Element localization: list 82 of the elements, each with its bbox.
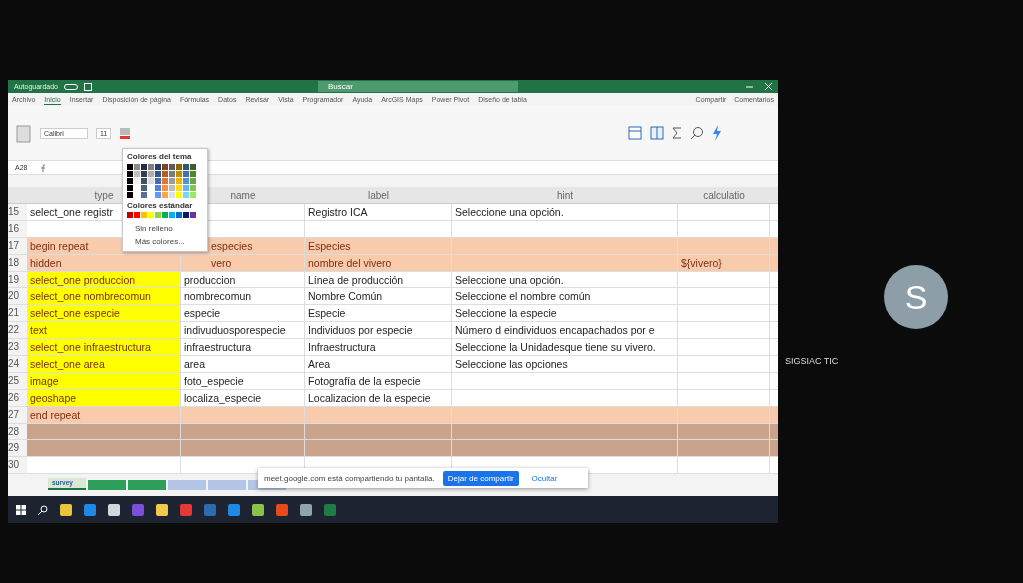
save-icon[interactable] bbox=[84, 82, 92, 91]
windows-logo-icon[interactable] bbox=[16, 504, 26, 515]
search-field[interactable]: Buscar bbox=[318, 81, 518, 92]
row-number: 24 bbox=[8, 356, 27, 372]
table-icon[interactable] bbox=[650, 126, 664, 140]
search-icon[interactable] bbox=[38, 504, 48, 515]
column-header[interactable]: hint bbox=[452, 189, 678, 201]
fill-color-icon[interactable] bbox=[119, 127, 132, 139]
cell-text: Fotografía de la especie bbox=[308, 374, 421, 387]
minimize-icon[interactable] bbox=[746, 83, 753, 90]
cell-text: select_one nombrecomun bbox=[30, 290, 151, 303]
app-icon[interactable] bbox=[108, 503, 120, 516]
cell-text: select_one infraestructura bbox=[30, 341, 151, 354]
cell-text: Individuos por especie bbox=[308, 324, 413, 337]
cell-text: geoshape bbox=[30, 391, 77, 404]
cell-text: select_one registr bbox=[30, 206, 113, 218]
cell-text: Seleccione una opción. bbox=[455, 273, 564, 286]
row-number: 15 bbox=[8, 204, 27, 220]
function-icon bbox=[40, 163, 47, 172]
cell-text: indivuduosporespecie bbox=[184, 324, 286, 337]
cell-text: Línea de producción bbox=[308, 273, 404, 286]
menu-heading: Colores estándar bbox=[127, 201, 193, 210]
clipboard-icon[interactable] bbox=[16, 123, 32, 143]
column-header[interactable]: calculatio bbox=[678, 189, 770, 201]
app-icon[interactable] bbox=[300, 503, 312, 516]
cell-text: ${vivero} bbox=[681, 256, 722, 269]
cell-text: Nombre Común bbox=[308, 290, 383, 303]
sheet-tab[interactable] bbox=[128, 480, 166, 491]
cell-text: Seleccione la Unidadesque tiene su vivero. bbox=[455, 341, 656, 354]
cell-text: area bbox=[184, 358, 205, 370]
cell-text: select_one area bbox=[30, 358, 105, 370]
cell-text: vero bbox=[211, 256, 232, 269]
sum-icon[interactable] bbox=[672, 127, 682, 139]
menu-heading: Colores del tema bbox=[127, 152, 192, 161]
row-number: 22 bbox=[8, 322, 27, 339]
cell-text: Seleccione las opciones bbox=[455, 358, 568, 370]
row-number: 29 bbox=[8, 440, 27, 457]
share-message: meet.google.com está compartiendo tu pantalla. bbox=[264, 473, 435, 483]
cell-text: especie bbox=[184, 307, 221, 320]
app-icon[interactable] bbox=[156, 503, 168, 516]
cell-text: infraestructura bbox=[184, 341, 252, 354]
menu-item[interactable]: Más colores... bbox=[135, 237, 203, 246]
cell-text: Area bbox=[308, 358, 331, 370]
cell-text: hidden bbox=[30, 256, 62, 269]
autosave-toggle[interactable] bbox=[64, 83, 78, 90]
app-icon[interactable] bbox=[60, 503, 72, 516]
cell-text: select_one especie bbox=[30, 307, 120, 320]
participant-avatar: S bbox=[884, 265, 948, 329]
cell-text: nombre del vivero bbox=[308, 256, 392, 269]
row-number: 20 bbox=[8, 288, 27, 305]
cell-text: Seleccione una opción. bbox=[455, 206, 564, 218]
cell-text: end repeat bbox=[30, 408, 81, 421]
cell-text: nombrecomun bbox=[184, 290, 252, 303]
cell-text: begin repeat bbox=[30, 239, 89, 252]
participant-name: SIGSIAC TIC bbox=[785, 356, 839, 366]
menu-item[interactable]: Sin relleno bbox=[135, 224, 203, 233]
stop-sharing-button[interactable]: Dejar de compartir bbox=[442, 470, 519, 486]
row-number: 30 bbox=[8, 457, 27, 474]
cell-text: Localizacion de la especie bbox=[308, 391, 431, 404]
table-icon[interactable] bbox=[628, 126, 642, 140]
cell-text: Registro ICA bbox=[308, 206, 368, 218]
cell-text: Especie bbox=[308, 307, 346, 320]
cell-text: especies bbox=[211, 239, 253, 252]
cell-text: foto_especie bbox=[184, 374, 244, 387]
close-icon[interactable] bbox=[765, 83, 772, 90]
lightning-icon[interactable] bbox=[712, 125, 722, 141]
cell-text: select_one produccion bbox=[30, 273, 136, 286]
cell-text: Seleccione la especie bbox=[455, 307, 557, 320]
column-header[interactable]: label bbox=[305, 189, 452, 201]
cell-text: localiza_especie bbox=[184, 391, 262, 404]
cell-text: Seleccione el nombre común bbox=[455, 290, 591, 303]
hide-button[interactable]: Ocultar bbox=[526, 470, 563, 486]
sheet-tab[interactable] bbox=[88, 480, 126, 491]
cell-text: Infraestructura bbox=[308, 341, 376, 354]
cell-text: Especies bbox=[308, 239, 351, 252]
cell-text: text bbox=[30, 324, 47, 337]
app-icon[interactable] bbox=[252, 503, 264, 516]
cell-text: produccion bbox=[184, 273, 236, 286]
row-number: 23 bbox=[8, 339, 27, 355]
cell-text: image bbox=[30, 374, 59, 387]
row-number: 21 bbox=[8, 305, 27, 322]
cell-text: Número d eindividuos encapachados por e bbox=[455, 324, 655, 337]
